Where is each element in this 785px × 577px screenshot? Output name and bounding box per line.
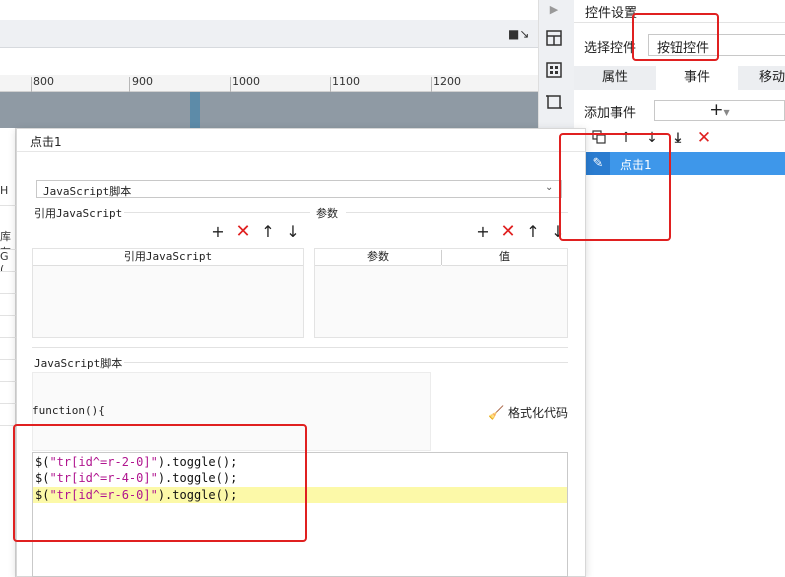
event-type-select[interactable]: JavaScript脚本 <box>36 180 562 198</box>
format-painter-icon[interactable]: ■↘ <box>508 27 529 41</box>
sheet-cell: G ( <box>0 250 16 272</box>
canvas-area <box>0 92 538 128</box>
sheet-cell: 库存 <box>0 228 16 250</box>
broom-icon: 🧹 <box>488 406 505 421</box>
column-header: 引用JavaScript <box>33 249 303 266</box>
column-header: 值 <box>442 249 567 266</box>
tab-properties[interactable]: 属性 <box>574 66 656 90</box>
move-up-icon[interactable]: ↑ <box>525 224 541 240</box>
sheet-cell <box>0 316 16 338</box>
ruler-tick <box>431 77 432 92</box>
annotation-box <box>559 133 671 241</box>
sheet-cell <box>0 382 16 404</box>
params-table[interactable]: 参数 值 <box>314 248 568 338</box>
plus-icon: + <box>709 100 724 120</box>
divider <box>124 212 310 213</box>
chevron-down-icon[interactable]: ⌄ <box>545 182 553 193</box>
sheet-cell <box>0 294 16 316</box>
grid-widget-icon[interactable] <box>544 61 564 81</box>
move-up-icon[interactable]: ↑ <box>260 224 276 240</box>
column-marker <box>190 92 200 128</box>
top-bar <box>0 0 538 20</box>
divider <box>346 212 568 213</box>
divider <box>124 362 568 363</box>
add-event-label: 添加事件 <box>584 106 637 121</box>
sheet-cell <box>0 272 16 294</box>
move-down-icon[interactable]: ↓ <box>285 224 301 240</box>
panel-title: 控件设置 <box>585 6 638 21</box>
delete-ref-js-icon[interactable]: ✕ <box>235 223 251 241</box>
crop-frame-icon[interactable] <box>544 93 564 113</box>
ruler-label: 1000 <box>232 75 260 88</box>
format-code-button[interactable]: 🧹 格式化代码 <box>488 404 568 421</box>
divider <box>17 151 585 152</box>
delete-event-icon[interactable]: ✕ <box>696 130 712 147</box>
sheet-cell <box>0 404 16 426</box>
ruler-label: 1100 <box>332 75 360 88</box>
select-control-label: 选择控件 <box>584 41 637 56</box>
add-event-button[interactable]: +▼ <box>654 100 785 121</box>
move-bottom-icon[interactable]: ⤓ <box>670 130 686 146</box>
column-header: 参数 <box>315 249 441 266</box>
divider <box>32 347 568 348</box>
editor-toolbar <box>0 20 538 48</box>
params-label: 参数 <box>316 207 338 220</box>
add-param-icon[interactable]: + <box>475 224 491 240</box>
ruler-label: 800 <box>33 75 54 88</box>
sheet-cell: H <box>0 184 16 206</box>
horizontal-ruler: 800 900 1000 1100 1200 <box>0 75 538 92</box>
format-code-label: 格式化代码 <box>508 406 569 420</box>
dropdown-caret-icon: ▼ <box>723 108 730 117</box>
tab-mobile[interactable]: 移动 <box>740 66 785 90</box>
expand-arrow-icon[interactable]: ▶ <box>544 0 564 20</box>
script-section-label: JavaScript脚本 <box>34 357 123 370</box>
tab-events[interactable]: 事件 <box>656 66 738 90</box>
layout-icon[interactable] <box>544 29 564 49</box>
ruler-tick <box>330 77 331 92</box>
ruler-label: 1200 <box>433 75 461 88</box>
ref-js-label: 引用JavaScript <box>34 207 123 220</box>
annotation-box <box>13 424 307 542</box>
ruler-tick <box>129 77 130 92</box>
function-header: function(){ <box>32 404 105 417</box>
ruler-tick <box>230 77 231 92</box>
sheet-cell <box>0 338 16 360</box>
ruler-tick <box>31 77 32 92</box>
ruler-label: 900 <box>132 75 153 88</box>
add-ref-js-icon[interactable]: + <box>210 224 226 240</box>
dialog-title: 点击1 <box>30 135 62 149</box>
annotation-box <box>632 13 719 61</box>
delete-param-icon[interactable]: ✕ <box>500 223 516 241</box>
sheet-cell <box>0 360 16 382</box>
ref-js-table[interactable]: 引用JavaScript <box>32 248 304 338</box>
